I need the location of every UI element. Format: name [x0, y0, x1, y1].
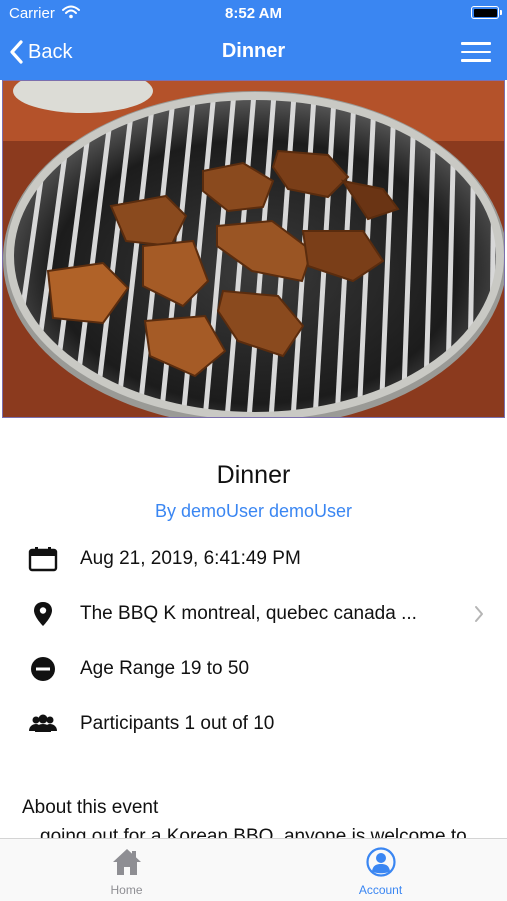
event-title: Dinner [216, 461, 291, 489]
tab-home-label: Home [110, 883, 143, 897]
tab-account-label: Account [358, 883, 403, 897]
status-time: 8:52 AM [225, 5, 282, 22]
event-age-range: Age Range 19 to 50 [80, 658, 250, 679]
account-icon [365, 847, 396, 877]
hamburger-icon [461, 42, 491, 45]
back-button[interactable]: Back [10, 28, 72, 76]
event-image [2, 80, 505, 418]
back-label: Back [28, 40, 73, 63]
nav-title: Dinner [221, 40, 286, 62]
event-participants: Participants 1 out of 10 [80, 713, 275, 734]
battery-icon [471, 6, 502, 19]
tab-account[interactable]: Account [254, 839, 507, 901]
event-location: The BBQ K montreal, quebec canada ... [80, 603, 417, 624]
event-age-row: Age Range 19 to 50 [0, 649, 507, 689]
chevron-right-icon [475, 606, 483, 622]
tab-bar: Home Account [0, 838, 507, 901]
nav-bar: Back Dinner [0, 28, 507, 80]
minus-circle-icon [31, 657, 55, 681]
status-bar: Carrier 8:52 AM [0, 0, 507, 28]
menu-button[interactable] [461, 42, 491, 64]
event-date-row: Aug 21, 2019, 6:41:49 PM [0, 539, 507, 579]
location-pin-icon [34, 602, 52, 626]
event-organizer-link[interactable]: By demoUser demoUser [0, 501, 507, 522]
event-date: Aug 21, 2019, 6:41:49 PM [80, 548, 301, 569]
tab-home[interactable]: Home [0, 839, 253, 901]
event-location-row[interactable]: The BBQ K montreal, quebec canada ... [0, 594, 507, 634]
calendar-icon [28, 547, 58, 572]
people-icon [29, 714, 57, 732]
about-heading: About this event [22, 797, 159, 818]
home-icon [112, 849, 141, 875]
event-participants-row: Participants 1 out of 10 [0, 704, 507, 744]
chevron-left-icon [10, 40, 23, 64]
